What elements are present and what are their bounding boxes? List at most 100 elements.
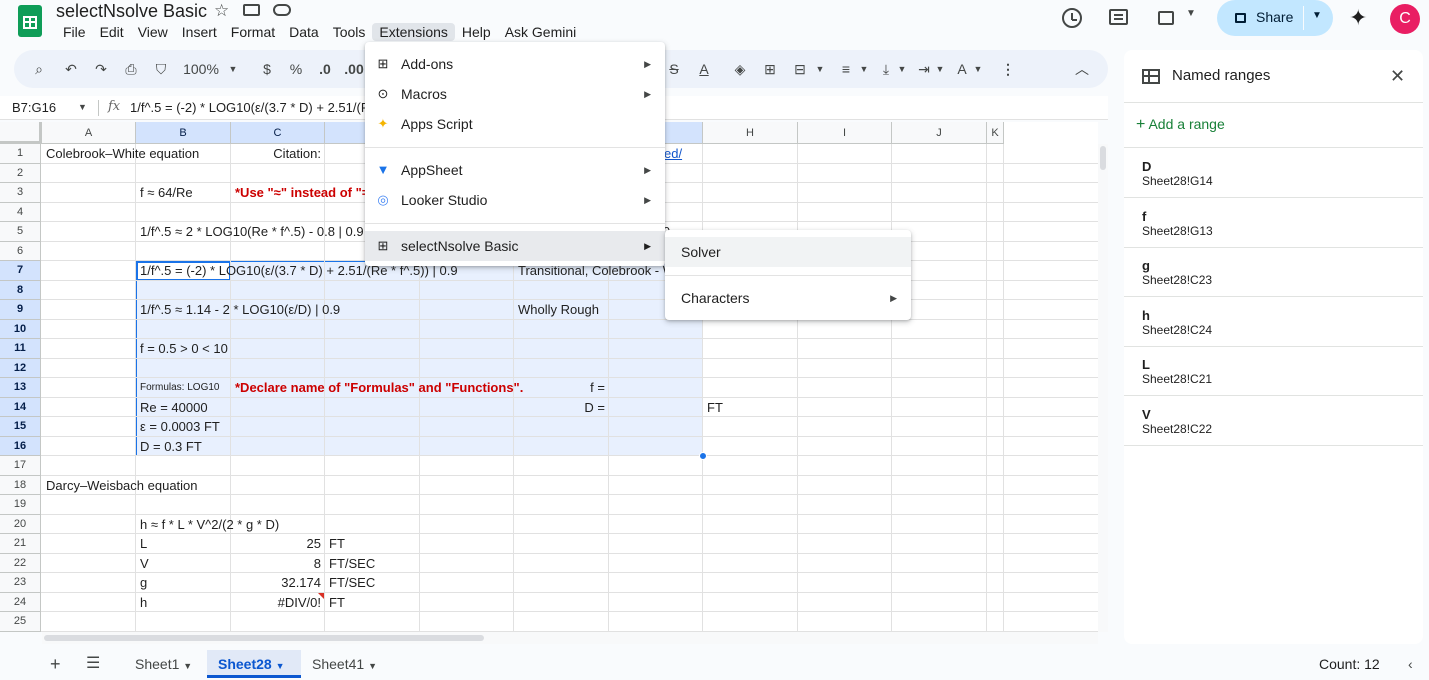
decrease-decimal-button[interactable]: .0 bbox=[314, 50, 336, 88]
row-header-20[interactable]: 20 bbox=[0, 514, 41, 534]
row-header-25[interactable]: 25 bbox=[0, 612, 41, 632]
strikethrough-icon[interactable]: S bbox=[664, 50, 684, 88]
sheet-tab[interactable]: Sheet1 ▼ bbox=[122, 650, 204, 678]
named-range-item[interactable]: g Sheet28!C23 bbox=[1124, 247, 1423, 297]
cell-b22[interactable]: V bbox=[136, 554, 149, 574]
row-header-12[interactable]: 12 bbox=[0, 358, 41, 378]
column-header-b[interactable]: B bbox=[136, 122, 231, 144]
cell-d24[interactable]: FT bbox=[325, 593, 345, 613]
row-header-19[interactable]: 19 bbox=[0, 495, 41, 515]
document-title[interactable]: selectNsolve Basic bbox=[56, 1, 207, 22]
row-header-8[interactable]: 8 bbox=[0, 280, 41, 300]
row-header-13[interactable]: 13 bbox=[0, 378, 41, 398]
name-box[interactable]: B7:G16 bbox=[12, 100, 56, 115]
text-wrap-icon[interactable]: ⇥ bbox=[914, 50, 934, 88]
cell-f14[interactable]: D = bbox=[514, 398, 609, 418]
cell-b16[interactable]: D = 0.3 FT bbox=[136, 437, 202, 457]
cell-b3[interactable]: f ≈ 64/Re bbox=[136, 183, 193, 203]
wrap-chevron-icon[interactable]: ▼ bbox=[934, 50, 946, 88]
cell-b11[interactable]: f = 0.5 > 0 < 10 bbox=[136, 339, 228, 359]
percent-format-button[interactable]: % bbox=[287, 50, 305, 88]
row-header-18[interactable]: 18 bbox=[0, 475, 41, 495]
cell-c22[interactable]: 8 bbox=[231, 554, 325, 574]
add-sheet-button[interactable]: + bbox=[50, 650, 61, 678]
row-header-10[interactable]: 10 bbox=[0, 319, 41, 339]
zoom-chevron-icon[interactable]: ▼ bbox=[226, 50, 240, 88]
menu-tools[interactable]: Tools bbox=[326, 23, 373, 41]
print-icon[interactable]: ⎙ bbox=[120, 50, 142, 88]
menu-edit[interactable]: Edit bbox=[93, 23, 131, 41]
selection-count[interactable]: Count: 12 bbox=[1319, 650, 1380, 678]
column-header-c[interactable]: C bbox=[231, 122, 325, 144]
paint-format-icon[interactable]: ⛉ bbox=[150, 50, 172, 88]
cell-b14[interactable]: Re = 40000 bbox=[136, 398, 208, 418]
cell-c1[interactable]: Citation: bbox=[231, 144, 325, 164]
column-header-j[interactable]: J bbox=[892, 122, 987, 144]
menu-view[interactable]: View bbox=[131, 23, 175, 41]
named-range-item[interactable]: L Sheet28!C21 bbox=[1124, 346, 1423, 396]
named-range-item[interactable]: V Sheet28!C22 bbox=[1124, 396, 1423, 446]
cell-b9[interactable]: 1/f^.5 ≈ 1.14 - 2 * LOG10(ε/D) | 0.9 bbox=[136, 300, 340, 320]
horizontal-align-icon[interactable]: ≡ bbox=[836, 50, 856, 88]
cell-b15[interactable]: ε = 0.0003 FT bbox=[136, 417, 220, 437]
rotation-chevron-icon[interactable]: ▼ bbox=[972, 50, 984, 88]
named-range-item[interactable]: h Sheet28!C24 bbox=[1124, 297, 1423, 347]
column-header-a[interactable]: A bbox=[42, 122, 136, 144]
menu-data[interactable]: Data bbox=[282, 23, 326, 41]
cell-b21[interactable]: L bbox=[136, 534, 147, 554]
valign-chevron-icon[interactable]: ▼ bbox=[896, 50, 908, 88]
submenu-item-solver[interactable]: Solver bbox=[665, 237, 911, 267]
menu-item-macros[interactable]: ⊙ Macros ▶ bbox=[365, 79, 665, 109]
close-icon[interactable]: ✕ bbox=[1390, 66, 1405, 87]
row-header-7[interactable]: 7 bbox=[0, 261, 41, 281]
cell-b13[interactable]: Formulas: LOG10 bbox=[136, 378, 219, 398]
cell-a18[interactable]: Darcy–Weisbach equation bbox=[42, 476, 198, 496]
cell-c3[interactable]: *Use "≈" instead of "=" bbox=[231, 183, 376, 203]
row-header-5[interactable]: 5 bbox=[0, 222, 41, 242]
avatar[interactable]: C bbox=[1390, 4, 1420, 34]
fill-color-icon[interactable]: ◈ bbox=[730, 50, 750, 88]
row-header-24[interactable]: 24 bbox=[0, 592, 41, 612]
version-history-icon[interactable] bbox=[1062, 8, 1082, 28]
cell-c13[interactable]: *Declare name of "Formulas" and "Functio… bbox=[231, 378, 523, 398]
cell-c23[interactable]: 32.174 bbox=[231, 573, 325, 593]
text-color-icon[interactable]: A bbox=[694, 50, 714, 88]
row-header-22[interactable]: 22 bbox=[0, 553, 41, 573]
merge-cells-icon[interactable]: ⊟ bbox=[790, 50, 810, 88]
share-options-icon[interactable]: ▼ bbox=[1312, 10, 1322, 21]
menu-item-appsheet[interactable]: ▼ AppSheet ▶ bbox=[365, 155, 665, 185]
column-header-k[interactable]: K bbox=[987, 122, 1004, 144]
all-sheets-icon[interactable]: ☰ bbox=[86, 650, 100, 678]
row-header-2[interactable]: 2 bbox=[0, 163, 41, 183]
menu-item-looker-studio[interactable]: ◎ Looker Studio ▶ bbox=[365, 185, 665, 215]
cell-a1[interactable]: Colebrook–White equation bbox=[42, 144, 199, 164]
menu-format[interactable]: Format bbox=[224, 23, 282, 41]
currency-format-button[interactable]: $ bbox=[258, 50, 276, 88]
menu-help[interactable]: Help bbox=[455, 23, 498, 41]
menu-insert[interactable]: Insert bbox=[175, 23, 224, 41]
row-header-3[interactable]: 3 bbox=[0, 183, 41, 203]
cell-d22[interactable]: FT/SEC bbox=[325, 554, 375, 574]
collapse-toolbar-icon[interactable]: ︿ bbox=[1072, 50, 1092, 88]
cell-b5[interactable]: 1/f^.5 ≈ 2 * LOG10(Re * f^.5) - 0.8 | 0.… bbox=[136, 222, 364, 242]
row-header-23[interactable]: 23 bbox=[0, 573, 41, 593]
sheet-tab[interactable]: Sheet41 ▼ bbox=[301, 650, 389, 678]
column-header-h[interactable]: H bbox=[703, 122, 798, 144]
menu-item-selectnsolve[interactable]: ⊞ selectNsolve Basic ▶ bbox=[365, 231, 665, 261]
more-options-icon[interactable]: ⋮ bbox=[998, 50, 1018, 88]
cell-c24[interactable]: #DIV/0! bbox=[231, 593, 325, 613]
cell-b24[interactable]: h bbox=[136, 593, 147, 613]
row-header-11[interactable]: 11 bbox=[0, 339, 41, 359]
halign-chevron-icon[interactable]: ▼ bbox=[858, 50, 870, 88]
meet-chevron-icon[interactable]: ▼ bbox=[1186, 8, 1196, 19]
cell-h14[interactable]: FT bbox=[703, 398, 723, 418]
move-folder-icon[interactable] bbox=[243, 4, 260, 16]
named-range-item[interactable]: f Sheet28!G13 bbox=[1124, 198, 1423, 248]
vertical-scrollbar[interactable] bbox=[1098, 144, 1108, 632]
cell-f9[interactable]: Wholly Rough bbox=[514, 300, 599, 320]
menu-item-addons[interactable]: ⊞ Add-ons ▶ bbox=[365, 49, 665, 79]
comments-icon[interactable] bbox=[1109, 9, 1128, 25]
text-rotation-icon[interactable]: A bbox=[952, 50, 972, 88]
row-header-1[interactable]: 1 bbox=[0, 144, 41, 164]
search-menus-icon[interactable]: ⌕ bbox=[28, 50, 50, 88]
